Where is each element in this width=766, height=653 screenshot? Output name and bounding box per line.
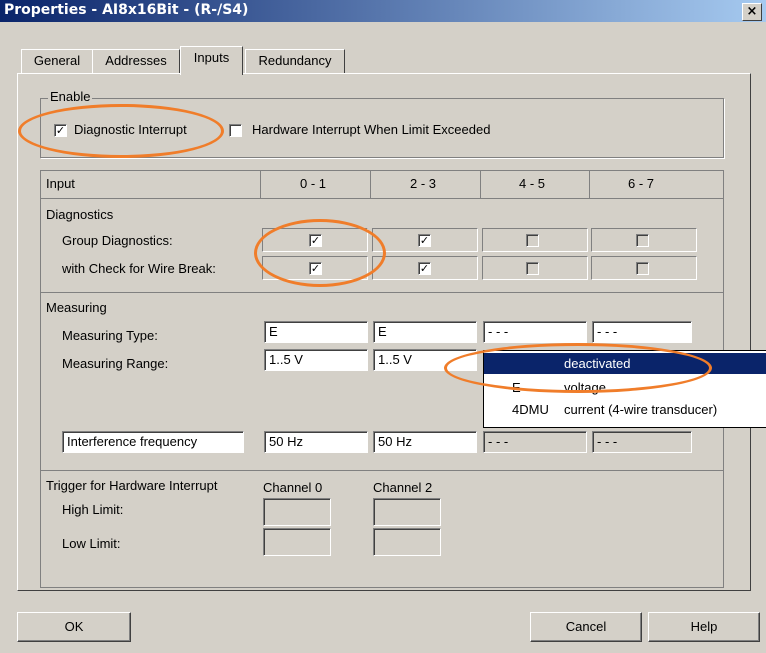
wire-break-checkbox-2-3[interactable]: ✓ [418,262,431,275]
diagnostic-interrupt-checkbox[interactable]: ✓ [54,124,67,137]
measuring-type-dropdown: deactivated E voltage 4DMU current (4-wi… [483,350,766,428]
interference-field-6-7[interactable]: - - - [592,431,692,453]
measuring-range-field-2-3[interactable]: 1..5 V [373,349,477,371]
measuring-type-field-4-5[interactable]: - - - [483,321,587,343]
ok-button[interactable]: OK [17,612,131,642]
group-diagnostics-checkbox-2-3[interactable]: ✓ [418,234,431,247]
tab-redundancy[interactable]: Redundancy [245,49,345,74]
option-label: deactivated [564,356,631,371]
column-header-0-1: 0 - 1 [300,176,327,191]
group-diagnostics-checkbox-4-5[interactable] [526,234,539,247]
diagnostics-divider [40,292,724,293]
option-code: E [512,380,521,395]
high-limit-label: High Limit: [62,502,124,517]
dropdown-option-voltage[interactable]: E voltage [484,377,766,398]
wire-break-checkbox-6-7[interactable] [636,262,649,275]
hardware-interrupt-label: Hardware Interrupt When Limit Exceeded [252,122,491,137]
help-button[interactable]: Help [648,612,760,642]
group-diagnostics-label: Group Diagnostics: [62,233,173,248]
interference-frequency-label: Interference frequency [62,431,244,453]
option-code: 4DMU [512,402,549,417]
group-diagnostics-checkbox-6-7[interactable] [636,234,649,247]
enable-group-label: Enable [48,89,93,104]
dropdown-option-deactivated[interactable]: deactivated [484,353,766,374]
header-col-divider [480,170,481,199]
input-header: Input [46,176,75,191]
measuring-range-field-0-1[interactable]: 1..5 V [264,349,368,371]
column-header-6-7: 6 - 7 [628,176,655,191]
high-limit-field-channel-2[interactable] [373,498,441,526]
measuring-type-field-0-1[interactable]: E [264,321,368,343]
option-label: current (4-wire transducer) [564,402,718,417]
wire-break-checkbox-0-1[interactable]: ✓ [309,262,322,275]
window-title: Properties - AI8x16Bit - (R-/S4) [4,2,249,18]
channel-2-label: Channel 2 [373,480,433,495]
measuring-type-field-6-7[interactable]: - - - [592,321,692,343]
low-limit-field-channel-0[interactable] [263,528,331,556]
diagnostic-interrupt-label: Diagnostic Interrupt [74,122,187,137]
tab-general[interactable]: General [21,49,93,74]
channel-0-label: Channel 0 [263,480,323,495]
tab-addresses[interactable]: Addresses [92,49,180,74]
header-col-divider [370,170,371,199]
measuring-type-label: Measuring Type: [62,328,158,343]
measuring-divider [40,470,724,471]
measuring-range-label: Measuring Range: [62,356,169,371]
interference-field-2-3[interactable]: 50 Hz [373,431,477,453]
low-limit-field-channel-2[interactable] [373,528,441,556]
tab-inputs[interactable]: Inputs [180,46,243,75]
interference-field-0-1[interactable]: 50 Hz [264,431,368,453]
hardware-interrupt-checkbox[interactable] [229,124,242,137]
wire-break-checkbox-4-5[interactable] [526,262,539,275]
column-header-2-3: 2 - 3 [410,176,437,191]
close-button[interactable]: × [742,3,762,21]
header-col-divider [260,170,261,199]
low-limit-label: Low Limit: [62,536,121,551]
cancel-button[interactable]: Cancel [530,612,642,642]
wire-break-label: with Check for Wire Break: [62,261,216,276]
header-col-divider [589,170,590,199]
high-limit-field-channel-0[interactable] [263,498,331,526]
trigger-section-label: Trigger for Hardware Interrupt [46,478,218,493]
measuring-type-field-2-3[interactable]: E [373,321,477,343]
header-divider [40,198,724,199]
dropdown-option-current[interactable]: 4DMU current (4-wire transducer) [484,399,766,420]
column-header-4-5: 4 - 5 [519,176,546,191]
option-label: voltage [564,380,606,395]
interference-field-4-5[interactable]: - - - [483,431,587,453]
diagnostics-section-label: Diagnostics [46,207,114,222]
group-diagnostics-checkbox-0-1[interactable]: ✓ [309,234,322,247]
measuring-section-label: Measuring [46,300,107,315]
